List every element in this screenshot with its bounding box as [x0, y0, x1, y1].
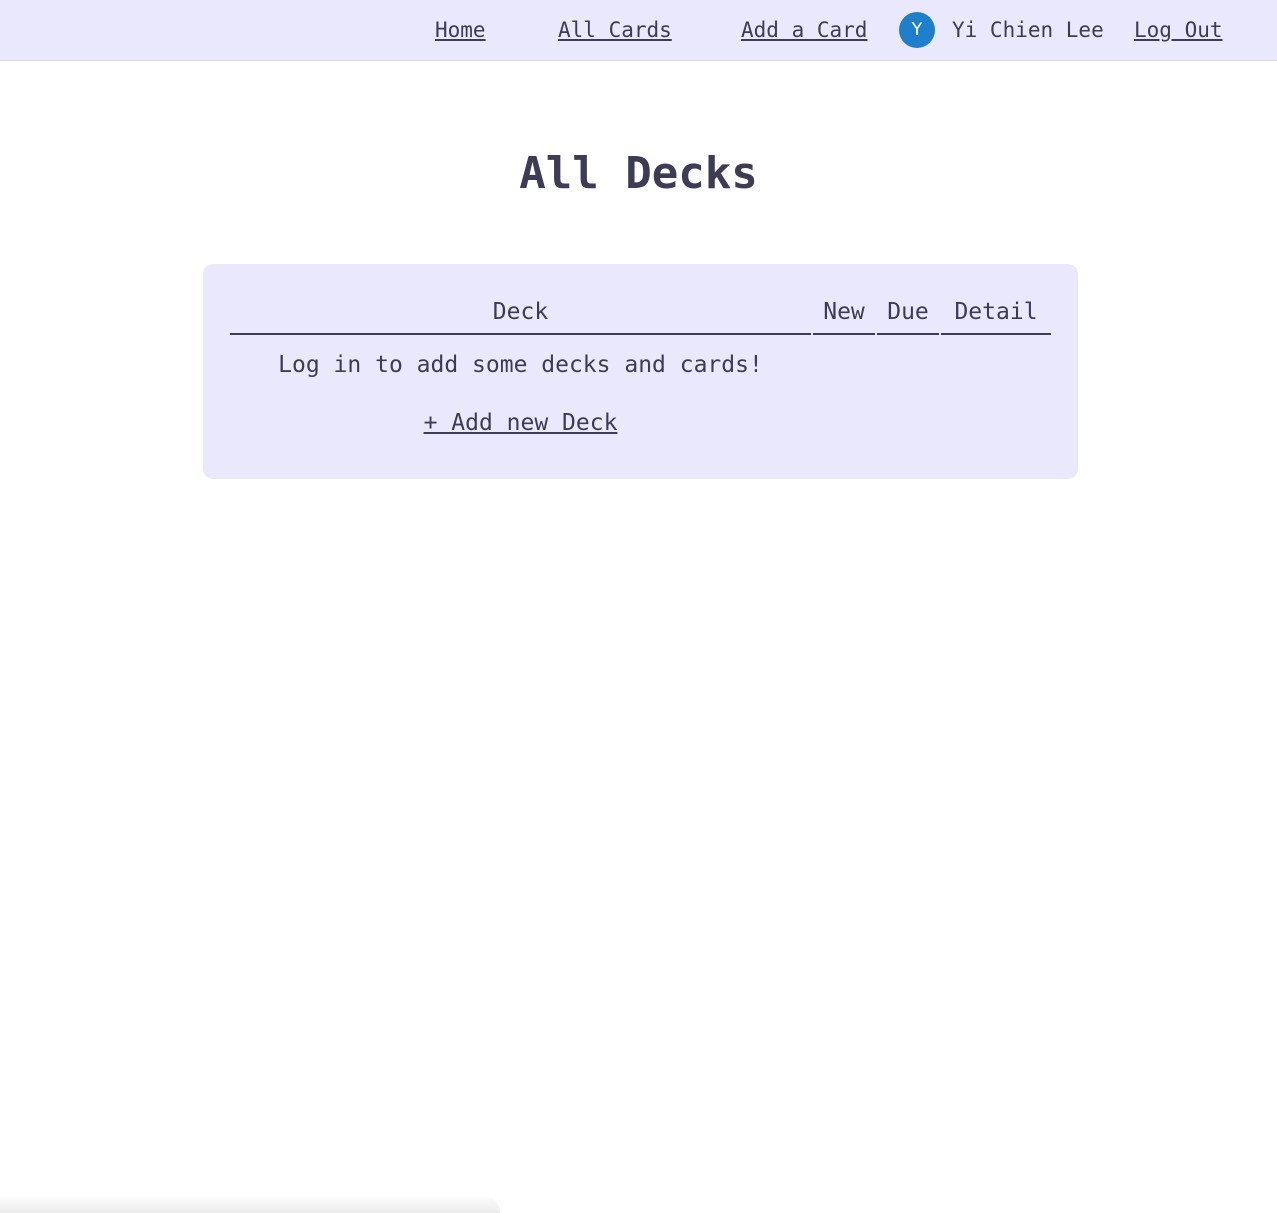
column-header-due: Due — [877, 297, 939, 335]
user-avatar: Y — [899, 12, 935, 48]
page-title: All Decks — [519, 148, 758, 199]
nav-add-card-link[interactable]: Add a Card — [741, 17, 867, 43]
logout-link[interactable]: Log Out — [1134, 17, 1223, 43]
nav-all-cards-link[interactable]: All Cards — [558, 17, 672, 43]
add-new-deck-link[interactable]: + Add new Deck — [424, 410, 618, 436]
empty-state-message: Log in to add some decks and cards! — [278, 352, 763, 378]
nav-home-link[interactable]: Home — [435, 17, 486, 43]
column-header-deck: Deck — [230, 297, 811, 335]
bottom-edge-shadow — [0, 1195, 500, 1213]
deck-table-panel: Deck New Due Detail Log in to add some d… — [203, 264, 1078, 479]
column-header-detail: Detail — [941, 297, 1051, 335]
column-header-new: New — [813, 297, 875, 335]
add-deck-row: + Add new Deck — [230, 408, 811, 438]
top-navbar: Home All Cards Add a Card Y Yi Chien Lee… — [0, 0, 1277, 61]
user-name: Yi Chien Lee — [952, 18, 1104, 42]
